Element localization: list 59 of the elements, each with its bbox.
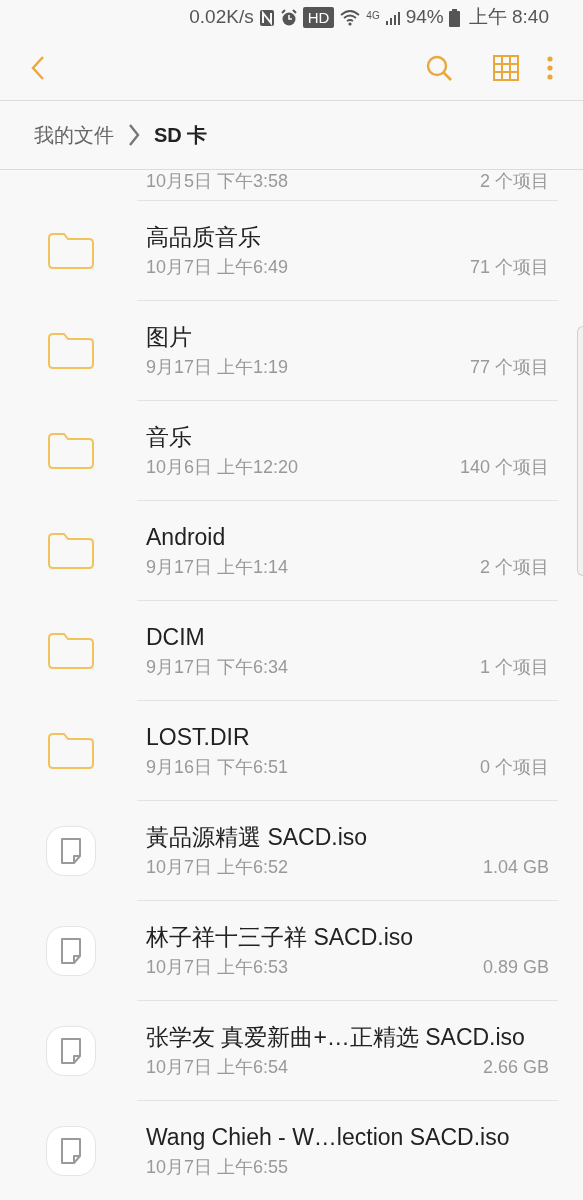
item-info: 2 个项目: [480, 555, 549, 579]
scrollbar[interactable]: [577, 326, 583, 576]
folder-icon: [46, 332, 95, 370]
item-info: 140 个项目: [459, 455, 549, 479]
item-info: 1 个项目: [480, 655, 549, 679]
wifi-icon: [339, 8, 362, 27]
file-name[interactable]: 音乐: [146, 421, 192, 452]
folder-icon: [46, 532, 95, 570]
file-name[interactable]: 张学友 真爱新曲+…正精选 SACD.iso: [146, 1021, 525, 1052]
modified-date: 10月7日 上午6:52: [146, 855, 289, 879]
file-icon: [45, 1126, 96, 1176]
item-info: 1.04 GB: [482, 855, 549, 879]
breadcrumb-item[interactable]: SD 卡: [154, 120, 208, 150]
item-info: 2.66 GB: [482, 1055, 549, 1079]
signal-icon: [384, 9, 401, 26]
file-icon: [45, 926, 96, 976]
network-type: 4G: [366, 9, 380, 23]
battery-percent: 94%: [405, 5, 444, 30]
hd-badge: HD: [302, 7, 335, 28]
file-icon: [45, 826, 96, 876]
file-name[interactable]: 林子祥十三子祥 SACD.iso: [146, 921, 414, 952]
nfc-icon: [258, 8, 275, 27]
back-icon[interactable]: [30, 54, 46, 81]
modified-date: 10月7日 上午6:49: [146, 255, 289, 279]
modified-date: 10月7日 上午6:54: [146, 1055, 289, 1079]
item-info: 2 个项目: [480, 170, 549, 192]
file-name[interactable]: 高品质音乐: [146, 221, 261, 252]
battery-icon: [448, 8, 460, 27]
file-icon: [45, 1026, 96, 1076]
grid-view-icon[interactable]: [493, 54, 519, 81]
modified-date: 10月7日 上午6:55: [146, 1155, 289, 1179]
search-icon[interactable]: [425, 53, 453, 82]
network-speed: 0.02K/s: [189, 5, 254, 30]
file-name[interactable]: DCIM: [146, 621, 205, 652]
modified-date: 9月16日 下午6:51: [146, 755, 289, 779]
item-info: 0 个项目: [480, 755, 549, 779]
modified-date: 9月17日 上午1:14: [146, 555, 289, 579]
file-name[interactable]: LOST.DIR: [146, 721, 250, 752]
clock: 上午 8:40: [468, 5, 549, 30]
folder-icon: [46, 632, 95, 670]
file-name[interactable]: Android: [146, 521, 226, 552]
chevron-right-icon: [128, 123, 140, 147]
folder-icon: [46, 732, 95, 770]
modified-date: 10月5日 下午3:58: [146, 170, 289, 192]
folder-icon: [46, 232, 95, 270]
alarm-icon: [279, 8, 298, 27]
item-info: 71 个项目: [469, 255, 549, 279]
modified-date: 10月7日 上午6:53: [146, 955, 289, 979]
modified-date: 9月17日 下午6:34: [146, 655, 289, 679]
item-info: 0.89 GB: [482, 955, 549, 979]
more-icon[interactable]: [547, 54, 553, 81]
file-name[interactable]: 黃品源精選 SACD.iso: [146, 821, 368, 852]
file-name[interactable]: Wang Chieh - W…lection SACD.iso: [146, 1121, 510, 1152]
breadcrumb-item[interactable]: 我的文件: [34, 120, 114, 150]
modified-date: 10月6日 上午12:20: [146, 455, 299, 479]
item-info: 77 个项目: [469, 355, 549, 379]
folder-icon: [46, 432, 95, 470]
file-name[interactable]: 图片: [146, 321, 192, 352]
modified-date: 9月17日 上午1:19: [146, 355, 289, 379]
